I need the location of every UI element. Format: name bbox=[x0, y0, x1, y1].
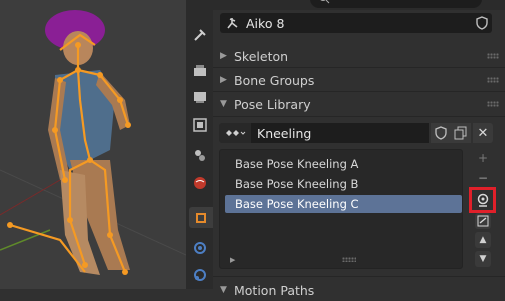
armature-name-field[interactable]: Aiko 8 bbox=[220, 13, 492, 33]
move-up-icon[interactable]: ▲ bbox=[475, 232, 491, 248]
pose-list: Base Pose Kneeling A Base Pose Kneeling … bbox=[219, 149, 463, 269]
physics-icon[interactable] bbox=[189, 264, 210, 285]
render-icon[interactable] bbox=[189, 60, 210, 81]
divider bbox=[213, 276, 505, 277]
drag-handle-icon[interactable] bbox=[487, 53, 499, 59]
collapse-arrow-icon: ▼ bbox=[220, 99, 227, 109]
armature-icon bbox=[220, 16, 246, 30]
add-icon[interactable]: + bbox=[475, 150, 491, 166]
fake-user-shield-icon[interactable] bbox=[474, 15, 490, 31]
output-icon[interactable] bbox=[189, 86, 210, 107]
duplicate-icon[interactable] bbox=[451, 123, 471, 143]
modifiers-icon[interactable] bbox=[189, 237, 210, 258]
panel-skeleton[interactable]: ▶ Skeleton bbox=[220, 45, 500, 67]
sanitize-icon[interactable] bbox=[475, 213, 491, 229]
list-options-arrow-icon[interactable]: ▶ bbox=[230, 256, 235, 264]
unlink-close-icon[interactable]: ✕ bbox=[473, 123, 493, 143]
properties-editor: Aiko 8 ▶ Skeleton ▶ Bone Groups ▼ Pose L… bbox=[213, 0, 505, 298]
world-icon[interactable] bbox=[189, 172, 210, 193]
action-icon bbox=[226, 130, 246, 136]
move-down-icon[interactable]: ▼ bbox=[475, 251, 491, 267]
panel-bone-groups[interactable]: ▶ Bone Groups bbox=[220, 69, 500, 91]
pose-name: Base Pose Kneeling B bbox=[235, 177, 359, 191]
divider bbox=[213, 91, 505, 92]
pose-list-item-selected[interactable]: Base Pose Kneeling C bbox=[225, 195, 462, 213]
pose-name: Base Pose Kneeling A bbox=[235, 157, 359, 171]
properties-tab-bar bbox=[186, 0, 214, 289]
annotation-highlight-box bbox=[469, 187, 496, 213]
tool-icon[interactable] bbox=[189, 24, 210, 45]
action-browse-button[interactable] bbox=[219, 123, 251, 143]
expand-arrow-icon: ▼ bbox=[220, 285, 227, 295]
object-icon[interactable] bbox=[189, 207, 213, 228]
panel-bone-groups-label: Bone Groups bbox=[234, 72, 315, 88]
pose-library-name-field[interactable]: Kneeling bbox=[251, 123, 429, 143]
armature-name: Aiko 8 bbox=[246, 15, 285, 31]
pose-list-item[interactable]: Base Pose Kneeling B bbox=[225, 175, 462, 193]
divider bbox=[213, 116, 505, 117]
pose-name: Base Pose Kneeling C bbox=[235, 197, 359, 211]
expand-arrow-icon: ▶ bbox=[220, 75, 227, 85]
scene-icon[interactable] bbox=[189, 144, 210, 165]
drag-handle-icon[interactable] bbox=[487, 77, 499, 83]
expand-arrow-icon: ▶ bbox=[220, 51, 227, 61]
fake-user-shield-icon[interactable] bbox=[431, 123, 451, 143]
panel-pose-library[interactable]: ▼ Pose Library bbox=[220, 93, 500, 115]
search-icon bbox=[320, 0, 330, 4]
view-layer-icon[interactable] bbox=[189, 114, 210, 135]
divider bbox=[213, 67, 505, 68]
panel-motion-paths-label: Motion Paths bbox=[234, 282, 315, 298]
header-bar bbox=[213, 0, 505, 10]
remove-icon[interactable]: − bbox=[475, 170, 491, 186]
drag-handle-icon[interactable] bbox=[487, 101, 499, 107]
pose-list-item[interactable]: Base Pose Kneeling A bbox=[225, 155, 462, 173]
3d-viewport[interactable] bbox=[0, 0, 186, 289]
panel-skeleton-label: Skeleton bbox=[234, 48, 289, 64]
pose-library-selector: Kneeling ✕ bbox=[219, 123, 493, 143]
panel-motion-paths[interactable]: ▼ Motion Paths bbox=[220, 279, 500, 301]
search-field[interactable] bbox=[310, 0, 482, 8]
armature-figure bbox=[0, 10, 186, 275]
list-resize-handle-icon[interactable] bbox=[342, 257, 356, 262]
panel-pose-library-label: Pose Library bbox=[234, 96, 311, 112]
pose-library-name: Kneeling bbox=[257, 125, 312, 141]
